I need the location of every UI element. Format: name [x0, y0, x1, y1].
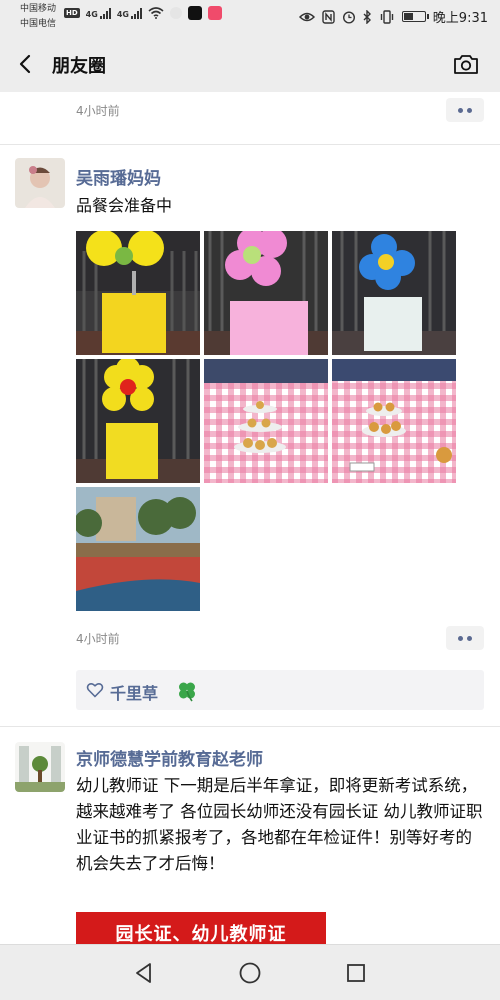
status-icons-right: 晚上9:31 — [298, 7, 488, 26]
promo-text: 园长证、幼儿教师证 — [115, 924, 287, 944]
liker-name[interactable]: 千里草 — [110, 680, 158, 704]
carrier-2: 中国电信 — [20, 19, 57, 29]
post-author-name[interactable]: 京师德慧学前教育赵老师 — [76, 745, 263, 770]
notification-app-icon — [169, 7, 182, 19]
battery-icon — [401, 11, 429, 22]
post-time: 4小时前 — [76, 104, 120, 118]
hd-badge: HD — [64, 8, 80, 18]
photo-playground[interactable] — [76, 487, 200, 611]
photo-pink-balloon-sign[interactable] — [204, 231, 328, 355]
tiktok-icon — [187, 6, 202, 20]
photo-blue-balloon-sign[interactable] — [332, 231, 456, 355]
wifi-icon — [148, 7, 164, 19]
comment-more-button[interactable] — [446, 626, 484, 650]
carrier-1: 中国移动 — [20, 4, 57, 14]
bluetooth-icon — [363, 9, 371, 24]
avatar[interactable] — [15, 742, 65, 792]
navigation-bar: 朋友圈 — [0, 36, 500, 92]
nav-recent-apps-icon[interactable] — [344, 961, 368, 985]
nav-back-icon[interactable] — [132, 961, 156, 985]
status-icons-left: HD 4G 4G — [64, 6, 222, 20]
system-navigation-bar — [0, 944, 500, 1000]
promo-image[interactable]: 园长证、幼儿教师证 — [76, 912, 326, 944]
signal-icon-2: 4G — [116, 7, 142, 19]
moments-feed[interactable]: 4小时前 吴雨璠妈妈 品餐会准备中 4小时前 千里草 京师德慧学前教育赵老师 幼… — [0, 92, 500, 944]
camera-icon[interactable] — [452, 52, 480, 76]
clock-time: 晚上9:31 — [432, 11, 488, 26]
page-title: 朋友圈 — [52, 56, 106, 77]
photo-yellow-balloon-sign[interactable] — [76, 231, 200, 355]
nfc-icon — [322, 9, 335, 24]
photo-cupcake-stand[interactable] — [204, 359, 328, 483]
battery-level — [403, 13, 413, 20]
prev-post-footer: 4小时前 — [0, 96, 500, 126]
status-bar: 中国移动 中国电信 HD 4G 4G 晚上9:31 — [0, 0, 500, 36]
heart-icon — [86, 683, 104, 698]
avatar[interactable] — [15, 158, 65, 208]
vibrate-icon — [380, 9, 393, 24]
video-app-icon — [207, 6, 222, 20]
network-type-2: 4G — [116, 9, 129, 19]
nav-home-icon[interactable] — [238, 961, 262, 985]
photo-cupcake-stand-2[interactable] — [332, 359, 456, 483]
alarm-icon — [342, 10, 355, 24]
post-text: 品餐会准备中 — [76, 196, 173, 215]
four-leaf-clover-icon — [179, 682, 195, 702]
comment-more-button[interactable] — [446, 98, 484, 122]
post-time: 4小时前 — [76, 632, 120, 646]
post-divider — [0, 144, 500, 145]
carrier-names: 中国移动 中国电信 — [20, 2, 56, 32]
network-type-1: 4G — [85, 9, 98, 19]
eye-icon — [298, 12, 315, 21]
post-text: 幼儿教师证 下一期是后半年拿证，即将更新考试系统，越来越难考了 各位园长幼师还没… — [76, 776, 483, 873]
post-divider — [0, 726, 500, 727]
signal-icon-1: 4G — [85, 7, 111, 19]
post-footer: 4小时前 — [0, 624, 500, 654]
likes-box: 千里草 — [76, 670, 484, 710]
photo-yellow-flower-balloon-sign[interactable] — [76, 359, 200, 483]
back-arrow-icon[interactable] — [14, 52, 38, 76]
post-author-name[interactable]: 吴雨璠妈妈 — [76, 164, 161, 189]
